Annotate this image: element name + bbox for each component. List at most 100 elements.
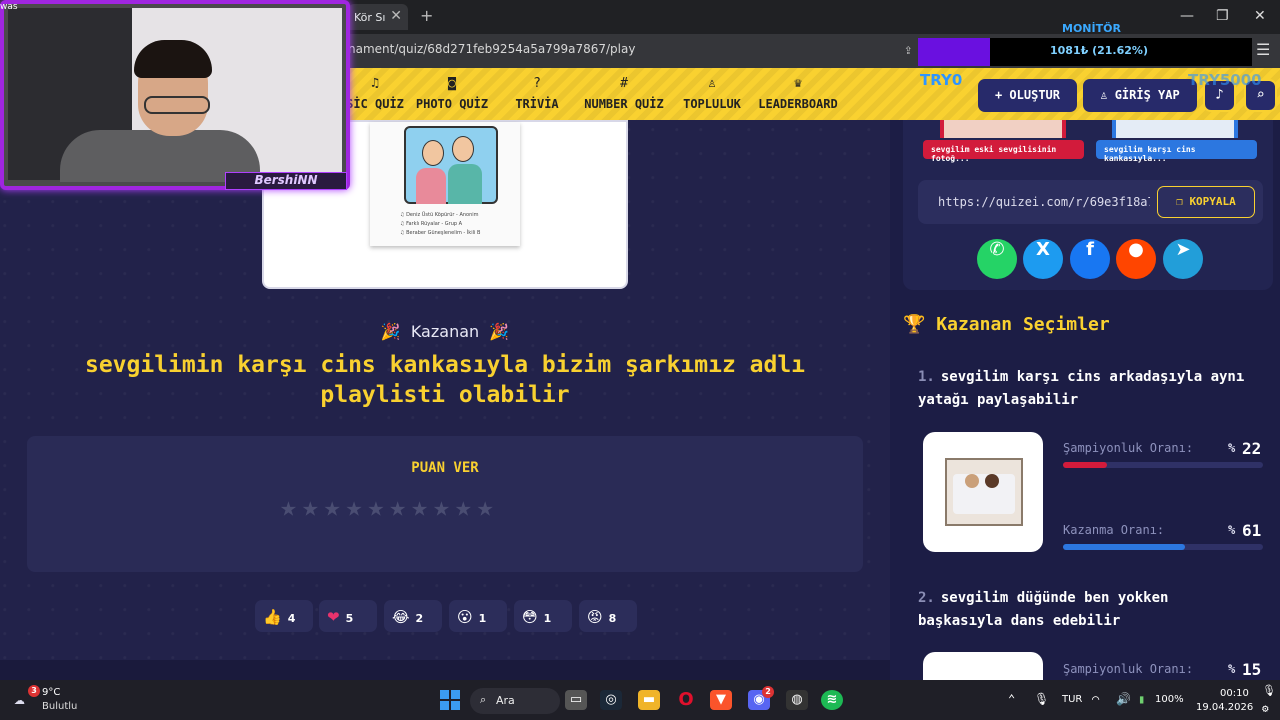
share-link-input[interactable]: https://quizei.com/r/69e3f18a7 <box>938 195 1150 209</box>
selection-item-image[interactable] <box>923 432 1043 552</box>
star-rating[interactable]: ★★★★★★★★★★ <box>280 490 620 523</box>
task-view-icon[interactable]: ▭ <box>565 690 587 710</box>
star-icon[interactable]: ★ <box>455 490 477 523</box>
new-tab-icon[interactable]: + <box>420 6 433 25</box>
selection-item-title[interactable]: 1. sevgilim karşı cins arkadaşıyla aynı y… <box>918 366 1258 412</box>
star-icon[interactable]: ★ <box>302 490 324 523</box>
nav-community[interactable]: ♙ TOPLULUK <box>680 76 744 111</box>
steam-icon[interactable]: ◎ <box>600 690 622 710</box>
star-icon[interactable]: ★ <box>433 490 455 523</box>
reaction-thumbs-up[interactable]: 👍 4 <box>255 600 313 632</box>
match-thumbnail[interactable] <box>1112 120 1238 138</box>
star-icon[interactable]: ★ <box>411 490 433 523</box>
reaction-heart[interactable]: ❤ 5 <box>319 600 377 632</box>
mic-status-icon[interactable]: 🎙 <box>1262 684 1276 697</box>
match-option-red[interactable]: sevgilim eski sevgilisinin fotoğ... <box>923 140 1084 163</box>
whatsapp-icon[interactable]: ✆ <box>977 239 1017 279</box>
share-page-icon[interactable]: ⇪ <box>904 42 912 58</box>
weather-temp[interactable]: 9°C <box>42 687 60 698</box>
create-button[interactable]: + OLUŞTUR <box>978 79 1077 112</box>
wifi-icon[interactable]: ◠ <box>1092 692 1099 706</box>
flushed-icon: 😳 <box>522 608 538 626</box>
spotify-icon[interactable]: ≋ <box>821 690 843 710</box>
opera-icon[interactable]: O <box>675 690 697 710</box>
selection-item-image[interactable] <box>923 652 1043 680</box>
championship-rate-value: 15 <box>1242 660 1262 679</box>
login-button[interactable]: ♙ GİRİŞ YAP <box>1083 79 1197 112</box>
star-icon[interactable]: ★ <box>346 490 368 523</box>
browser-tab[interactable]: Kör Sı ✕ <box>348 4 408 30</box>
users-icon: ♙ <box>708 76 716 91</box>
obs-icon[interactable]: ◍ <box>786 690 808 710</box>
nav-photo-quiz[interactable]: ◙ PHOTO QUİZ <box>412 76 492 111</box>
reaction-laugh[interactable]: 😂 2 <box>384 600 442 632</box>
thumbs-up-icon: 👍 <box>263 608 282 626</box>
reaction-wow[interactable]: 😮 1 <box>449 600 507 632</box>
brave-icon[interactable]: ▼ <box>710 690 732 710</box>
clock-date[interactable]: 19.04.2026 <box>1196 702 1253 713</box>
menu-icon[interactable]: ☰ <box>1256 40 1270 59</box>
minimize-icon[interactable]: — <box>1180 8 1194 24</box>
championship-rate-fill <box>1063 462 1107 468</box>
facebook-icon[interactable]: f <box>1070 239 1110 279</box>
input-language[interactable]: TUR <box>1062 694 1082 705</box>
wow-icon: 😮 <box>457 608 473 626</box>
maximize-icon[interactable]: ❐ <box>1216 8 1229 24</box>
tab-title: Kör Sı <box>354 11 386 24</box>
volume-icon[interactable]: 🔊 <box>1116 692 1131 706</box>
nav-music-quiz[interactable]: ♫ SİC QUİZ <box>346 76 404 111</box>
battery-level[interactable]: 100% <box>1155 694 1184 705</box>
search-icon: ⌕ <box>480 693 487 706</box>
copy-button[interactable]: ❐ KOPYALA <box>1157 186 1255 218</box>
weather-desc[interactable]: Bulutlu <box>42 701 77 712</box>
file-explorer-icon[interactable]: ▬ <box>638 690 660 710</box>
percent-sign: % <box>1228 662 1236 676</box>
x-icon[interactable]: X <box>1023 239 1063 279</box>
monitor-label: MONİTÖR <box>1062 22 1121 35</box>
match-option-blue[interactable]: sevgilim karşı cins kankasıyla... <box>1096 140 1257 163</box>
discord-badge: 2 <box>762 686 774 698</box>
nav-trivia[interactable]: ? TRİVİA <box>507 76 567 111</box>
reddit-icon[interactable]: ● <box>1116 239 1156 279</box>
star-icon[interactable]: ★ <box>477 490 499 523</box>
camera-icon: ◙ <box>448 76 456 91</box>
couple-selfie-image <box>404 126 498 204</box>
webcam-person-glasses <box>144 96 210 114</box>
angry-icon: 😡 <box>587 608 603 626</box>
winner-title: sevgilimin karşı cins kankasıyla bizim ş… <box>84 352 806 408</box>
close-window-icon[interactable]: ✕ <box>1254 8 1266 24</box>
percent-sign: % <box>1228 523 1236 537</box>
cloud-icon[interactable]: ☁ <box>14 688 25 709</box>
reaction-flushed[interactable]: 😳 1 <box>514 600 572 632</box>
star-icon[interactable]: ★ <box>324 490 346 523</box>
webcam-person-hair <box>134 40 212 78</box>
close-tab-icon[interactable]: ✕ <box>390 8 402 24</box>
hash-icon: # <box>620 76 628 91</box>
goal-end-label: TRY5000 <box>1188 71 1262 89</box>
playlist-line: ♫ Farklı Rüyalar - Grup A <box>400 221 463 227</box>
notification-badge: 3 <box>28 685 40 697</box>
clock-time[interactable]: 00:10 <box>1220 688 1249 699</box>
winner-label: 🎉 Kazanan 🎉 <box>380 322 510 341</box>
chevron-up-icon[interactable]: ⌃ <box>1008 692 1015 706</box>
microphone-icon[interactable]: 🎙 <box>1034 692 1049 706</box>
nav-leaderboard[interactable]: ♛ LEADERBOARD <box>756 76 840 111</box>
playlist-line: ♫ Beraber Güneşlenelim - İkili B <box>400 230 481 236</box>
music-icon: ♫ <box>371 76 379 91</box>
star-icon[interactable]: ★ <box>280 490 302 523</box>
taskbar-search[interactable]: ⌕ Ara <box>470 688 560 714</box>
telegram-icon[interactable]: ➤ <box>1163 239 1203 279</box>
battery-icon[interactable]: ▮ <box>1138 692 1145 706</box>
reaction-angry[interactable]: 😡 8 <box>579 600 637 632</box>
selection-item-title[interactable]: 2. sevgilim düğünde ben yokken başkasıyla… <box>918 587 1258 633</box>
settings-icon[interactable]: ⚙ <box>1262 702 1269 715</box>
nav-number-quiz[interactable]: # NUMBER QUİZ <box>582 76 666 111</box>
party-icon: 🎉 <box>380 322 401 341</box>
star-icon[interactable]: ★ <box>367 490 389 523</box>
match-thumbnail[interactable] <box>940 120 1066 138</box>
star-icon[interactable]: ★ <box>389 490 411 523</box>
windows-start-icon[interactable] <box>440 690 460 710</box>
championship-rate-value: 22 <box>1242 439 1262 458</box>
championship-rate-label: Şampiyonluk Oranı: <box>1063 662 1194 676</box>
url-text[interactable]: nament/quiz/68d271feb9254a5a799a7867/pla… <box>348 42 635 56</box>
